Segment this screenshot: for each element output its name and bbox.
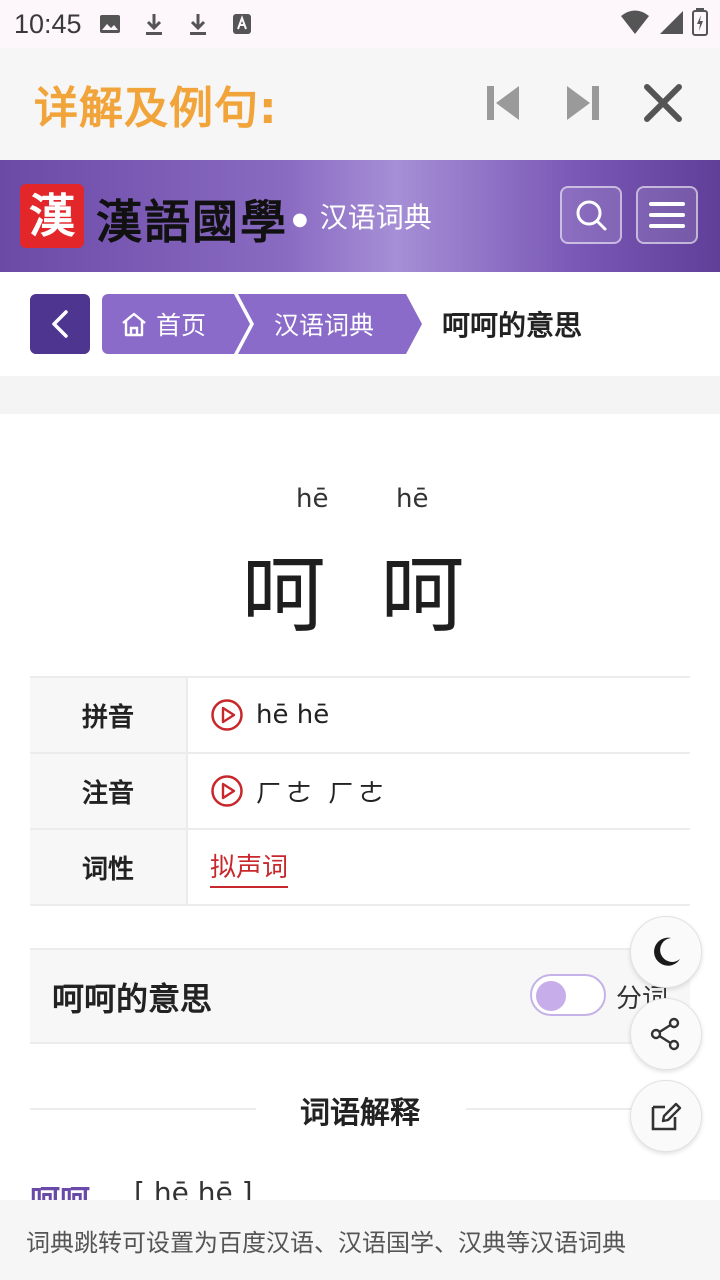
share-icon [650, 1017, 680, 1051]
edit-icon [651, 1102, 682, 1131]
detail-title: 详解及例句: [34, 83, 278, 134]
site-name[interactable]: 漢語國學 [96, 186, 288, 252]
battery-icon [692, 8, 708, 40]
signal-icon [658, 9, 684, 39]
site-logo[interactable]: 漢 [20, 184, 84, 248]
play-audio-icon[interactable] [210, 774, 244, 808]
edit-button[interactable] [630, 1080, 702, 1152]
word-headline: 呵 呵 [241, 546, 479, 644]
bottom-tip: 词典跳转可设置为百度汉语、汉语国学、汉典等汉语词典 [0, 1200, 720, 1280]
part-of-speech-link[interactable]: 拟声词 [210, 847, 289, 888]
breadcrumb-dictionary[interactable]: 汉语词典 [238, 294, 422, 354]
close-button[interactable] [640, 80, 686, 126]
previous-button[interactable] [480, 80, 526, 126]
detail-header: 详解及例句: [0, 48, 720, 160]
chevron-left-icon [52, 310, 68, 338]
menu-button[interactable] [636, 186, 698, 244]
back-button[interactable] [30, 294, 90, 354]
section-heading: 词语解释 [0, 1088, 720, 1131]
search-button[interactable] [560, 186, 622, 244]
home-icon [122, 312, 146, 337]
info-key: 词性 [30, 830, 188, 904]
share-button[interactable] [630, 998, 702, 1070]
dark-mode-button[interactable] [630, 916, 702, 988]
meaning-title: 呵呵的意思 [52, 980, 213, 1018]
next-button[interactable] [560, 80, 606, 126]
breadcrumb-current: 呵呵的意思 [442, 309, 583, 342]
breadcrumb-home[interactable]: 首页 [102, 294, 250, 354]
info-row-zhuyin: 注音 ㄏㄜ ㄏㄜ [30, 754, 690, 830]
info-row-pos: 词性 拟声词 [30, 830, 690, 906]
word-pinyin-1: hē [296, 484, 329, 514]
wifi-icon [620, 9, 650, 39]
toggle-knob [536, 981, 566, 1011]
section-title: 词语解释 [300, 1096, 420, 1131]
download-icon [142, 12, 166, 36]
meaning-header: 呵呵的意思 分词 [30, 948, 690, 1044]
status-time: 10:45 [14, 8, 82, 39]
info-row-pinyin: 拼音 hē hē [30, 678, 690, 754]
moon-icon [654, 937, 680, 966]
menu-icon [649, 202, 685, 228]
search-icon [576, 200, 607, 231]
info-value: ㄏㄜ ㄏㄜ [256, 778, 389, 809]
info-value: hē hē [256, 700, 330, 730]
site-section: ● 汉语词典 [292, 201, 432, 234]
word-pinyin-2: hē [396, 484, 429, 514]
download-icon [186, 12, 210, 36]
image-icon [98, 12, 122, 36]
status-bar: 10:45 [0, 0, 720, 48]
segment-toggle[interactable] [530, 974, 606, 1016]
divider [0, 376, 720, 414]
info-table: 拼音 hē hē 注音 ㄏㄜ ㄏㄜ 词性 拟声词 [30, 676, 690, 906]
info-key: 注音 [30, 754, 188, 828]
skip-previous-icon [487, 86, 519, 120]
skip-next-icon [567, 86, 599, 120]
play-audio-icon[interactable] [210, 698, 244, 732]
close-icon [644, 84, 682, 122]
site-header: 漢 漢語國學 ● 汉语词典 [0, 160, 720, 272]
info-key: 拼音 [30, 678, 188, 752]
font-icon [230, 12, 254, 36]
breadcrumb: 首页 汉语词典 呵呵的意思 [0, 272, 720, 376]
